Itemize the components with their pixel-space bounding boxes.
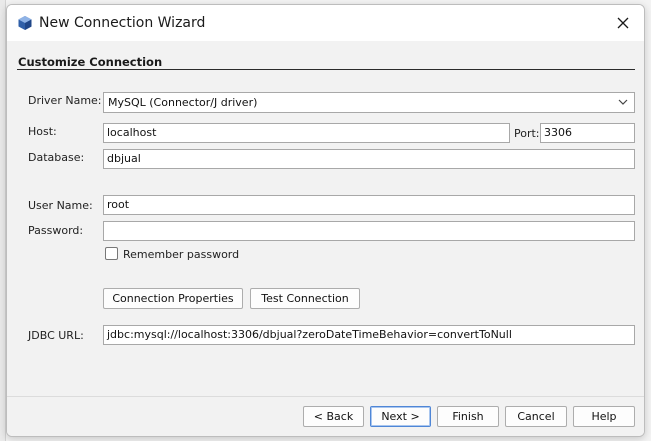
database-field[interactable]: dbjual	[103, 149, 635, 169]
jdbc-url-label: JDBC URL:	[28, 329, 84, 342]
help-button[interactable]: Help	[573, 406, 635, 427]
title-bar[interactable]: New Connection Wizard	[7, 5, 644, 41]
netbeans-cube-icon	[18, 16, 32, 30]
driver-name-value: MySQL (Connector/J driver)	[108, 96, 258, 109]
user-name-label: User Name:	[28, 199, 93, 212]
remember-password-checkbox[interactable]	[105, 247, 118, 260]
port-label: Port:	[514, 127, 540, 140]
section-title: Customize Connection	[18, 55, 163, 69]
driver-name-select[interactable]: MySQL (Connector/J driver)	[103, 92, 635, 113]
cancel-button[interactable]: Cancel	[505, 406, 567, 427]
remember-password-label: Remember password	[123, 248, 240, 261]
new-connection-wizard-dialog: New Connection Wizard Customize Connecti…	[6, 4, 645, 437]
database-label: Database:	[28, 151, 85, 164]
close-icon	[617, 17, 629, 29]
driver-name-label: Driver Name:	[28, 94, 102, 107]
wizard-footer: < Back Next > Finish Cancel Help	[7, 396, 644, 436]
password-label: Password:	[28, 224, 84, 237]
connection-properties-button[interactable]: Connection Properties	[103, 288, 243, 309]
window-title: New Connection Wizard	[39, 15, 206, 31]
chevron-down-icon	[618, 99, 628, 105]
port-field[interactable]: 3306	[540, 123, 635, 143]
host-field[interactable]: localhost	[103, 123, 510, 143]
next-button[interactable]: Next >	[370, 406, 431, 427]
finish-button[interactable]: Finish	[437, 406, 499, 427]
user-name-field[interactable]: root	[103, 195, 635, 215]
test-connection-button[interactable]: Test Connection	[250, 288, 360, 309]
jdbc-url-field[interactable]: jdbc:mysql://localhost:3306/dbjual?zeroD…	[103, 325, 635, 345]
wizard-content: Customize Connection Driver Name: MySQL …	[7, 41, 644, 396]
password-field[interactable]	[103, 221, 635, 241]
back-button[interactable]: < Back	[303, 406, 364, 427]
close-button[interactable]	[610, 11, 636, 35]
host-label: Host:	[28, 125, 57, 138]
section-divider	[17, 69, 635, 70]
